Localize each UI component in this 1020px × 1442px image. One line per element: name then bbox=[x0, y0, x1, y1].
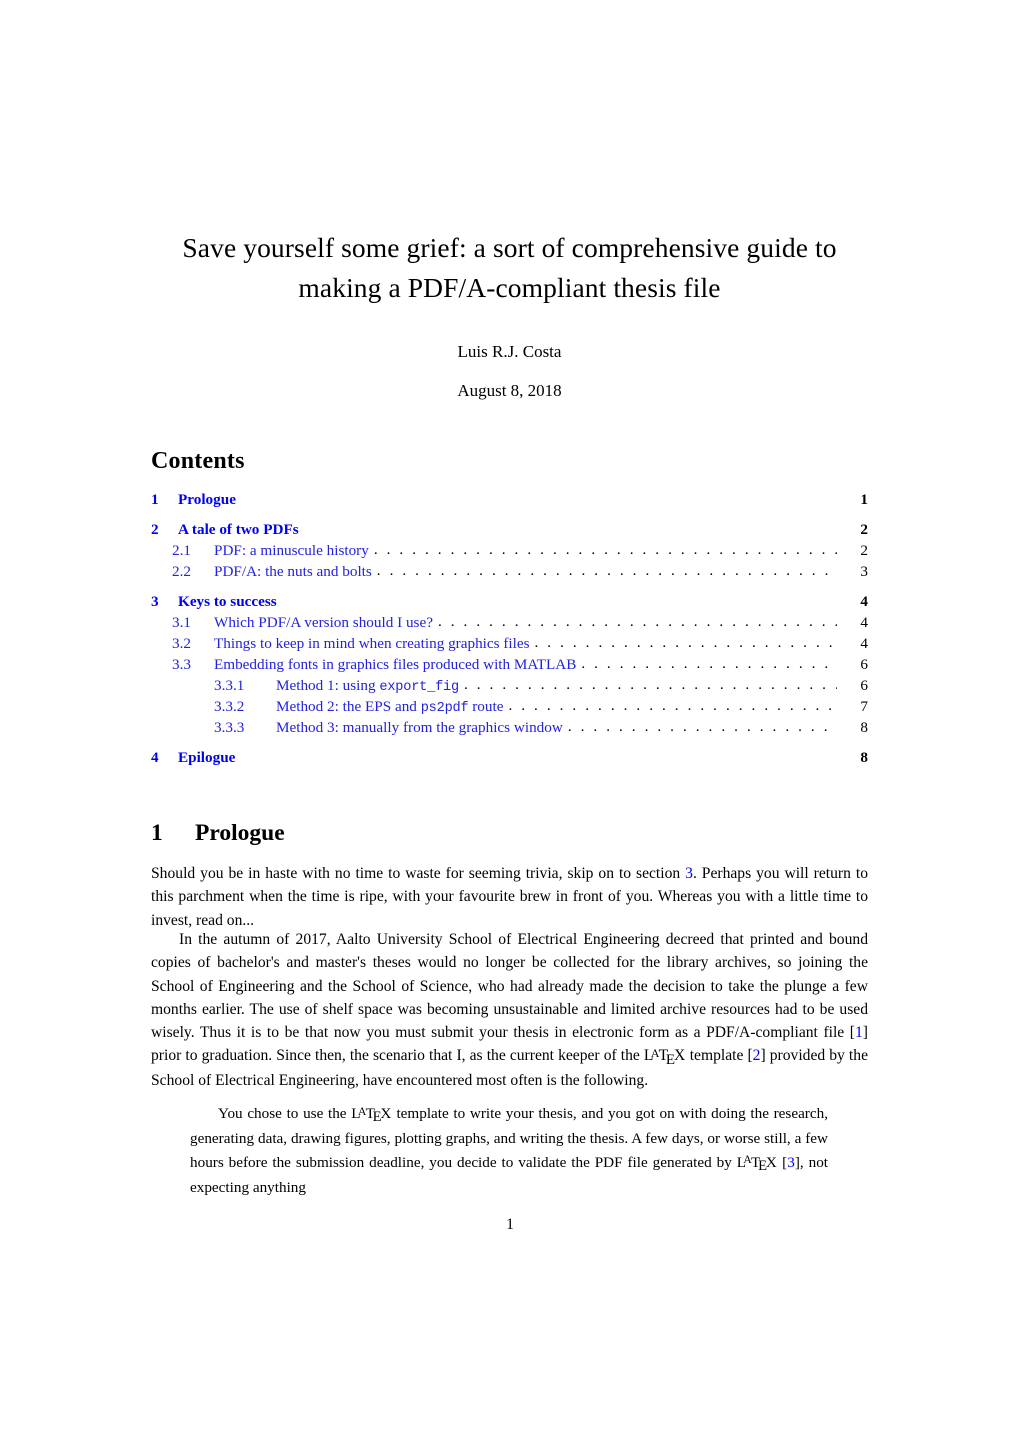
toc-entry-label: A tale of two PDFs bbox=[178, 521, 299, 538]
para2-text-c: template [ bbox=[685, 1047, 753, 1065]
toc-entry-label-post: route bbox=[468, 698, 504, 715]
table-of-contents: 1 Prologue 1 2 A tale of two PDFs 2 2.1 PDF: a … bbox=[151, 491, 868, 767]
toc-entry-label: PDF: a minuscule history bbox=[214, 542, 369, 559]
toc-entry-page: 2 bbox=[860, 542, 868, 559]
toc-entry-label: Method 3: manually from the graphics win… bbox=[276, 719, 563, 737]
toc-entry-label: Embedding fonts in graphics files produc… bbox=[214, 656, 577, 673]
toc-dot-leader bbox=[534, 634, 837, 652]
toc-entry-page: 3 bbox=[860, 563, 868, 580]
title-line-1: Save yourself some grief: a sort of comp… bbox=[182, 232, 837, 263]
toc-entry[interactable]: 3.3 Embedding fonts in graphics files pro… bbox=[151, 656, 868, 674]
toc-entry-number: 2 bbox=[151, 521, 159, 538]
toc-entry[interactable]: 4 Epilogue 8 bbox=[151, 749, 868, 767]
toc-entry-page: 2 bbox=[860, 521, 868, 538]
toc-entry-number: 2.1 bbox=[172, 542, 191, 559]
document-page: Save yourself some grief: a sort of comp… bbox=[0, 0, 1020, 1442]
toc-entry-page: 8 bbox=[860, 749, 868, 766]
toc-entry-label: Method 2: the EPS and ps2pdf route bbox=[276, 698, 503, 716]
toc-entry-page: 1 bbox=[860, 491, 868, 508]
toc-entry-label-pre: Method 1: using bbox=[276, 677, 380, 694]
toc-entry[interactable]: 1 Prologue 1 bbox=[151, 491, 868, 509]
toc-entry-number: 1 bbox=[151, 491, 159, 508]
section-number: 1 bbox=[151, 820, 163, 846]
toc-entry-page: 7 bbox=[860, 698, 868, 715]
toc-entry-number: 4 bbox=[151, 749, 159, 766]
toc-entry-number: 3 bbox=[151, 593, 159, 610]
toc-entry[interactable]: 3.2 Things to keep in mind when creating … bbox=[151, 635, 868, 653]
latex-logo: LATEX bbox=[351, 1105, 391, 1126]
toc-entry[interactable]: 3.3.2 Method 2: the EPS and ps2pdf route 7 bbox=[151, 698, 868, 716]
section-title: Prologue bbox=[195, 820, 285, 846]
toc-entry-label: Things to keep in mind when creating gra… bbox=[214, 635, 530, 652]
quote-text-a: You chose to use the bbox=[218, 1105, 352, 1122]
para1-text-a: Should you be in haste with no time to w… bbox=[151, 865, 686, 882]
toc-entry-number: 3.3.3 bbox=[214, 719, 245, 736]
paragraph-prologue-1: Should you be in haste with no time to w… bbox=[151, 862, 868, 932]
toc-entry[interactable]: 2.1 PDF: a minuscule history 2 bbox=[151, 542, 868, 560]
page-number-footer: 1 bbox=[506, 1216, 514, 1233]
quote-text-c: [ bbox=[777, 1153, 788, 1171]
toc-entry-label: Prologue bbox=[178, 491, 236, 508]
toc-dot-leader bbox=[508, 697, 837, 715]
toc-entry-page: 4 bbox=[860, 593, 868, 610]
toc-entry-page: 4 bbox=[860, 635, 868, 652]
citation-link-1[interactable]: 1 bbox=[855, 1024, 863, 1041]
document-author: Luis R.J. Costa bbox=[457, 342, 562, 361]
toc-entry-label: Epilogue bbox=[178, 749, 236, 766]
toc-entry[interactable]: 3 Keys to success 4 bbox=[151, 593, 868, 611]
toc-dot-leader bbox=[581, 655, 837, 673]
toc-entry-number: 3.3.2 bbox=[214, 698, 245, 715]
toc-entry-label-pre: Method 3: manually from the graphics win… bbox=[276, 719, 563, 736]
toc-dot-leader bbox=[568, 718, 837, 736]
citation-link-3[interactable]: 3 bbox=[787, 1154, 795, 1171]
toc-entry-page: 4 bbox=[860, 614, 868, 631]
toc-entry[interactable]: 3.3.1 Method 1: using export_fig 6 bbox=[151, 677, 868, 695]
para2-text-a: In the autumn of 2017, Aalto University … bbox=[151, 931, 868, 1042]
toc-entry[interactable]: 3.1 Which PDF/A version should I use? 4 bbox=[151, 614, 868, 632]
toc-dot-leader bbox=[374, 541, 837, 559]
toc-entry-label: PDF/A: the nuts and bolts bbox=[214, 563, 372, 580]
toc-entry[interactable]: 2 A tale of two PDFs 2 bbox=[151, 521, 868, 539]
latex-logo: LATEX bbox=[736, 1153, 777, 1174]
toc-entry-page: 6 bbox=[860, 656, 868, 673]
toc-entry-label: Which PDF/A version should I use? bbox=[214, 614, 433, 631]
document-date: August 8, 2018 bbox=[457, 381, 562, 400]
paragraph-prologue-2: In the autumn of 2017, Aalto University … bbox=[151, 928, 868, 1092]
toc-entry-number: 2.2 bbox=[172, 563, 191, 580]
toc-entry-label-code: export_fig bbox=[379, 680, 459, 695]
contents-heading: Contents bbox=[151, 448, 245, 474]
toc-entry-page: 8 bbox=[860, 719, 868, 736]
toc-dot-leader bbox=[377, 562, 837, 580]
toc-entry-label-code: ps2pdf bbox=[420, 701, 469, 716]
title-line-2: making a PDF/A-compliant thesis file bbox=[298, 272, 721, 303]
section-reference-link[interactable]: 3 bbox=[685, 865, 693, 882]
toc-entry-number: 3.3 bbox=[172, 656, 191, 673]
toc-entry-number: 3.2 bbox=[172, 635, 191, 652]
toc-dot-leader bbox=[464, 676, 837, 694]
toc-entry-number: 3.1 bbox=[172, 614, 191, 631]
toc-entry-number: 3.3.1 bbox=[214, 677, 245, 694]
toc-entry[interactable]: 2.2 PDF/A: the nuts and bolts 3 bbox=[151, 563, 868, 581]
toc-entry[interactable]: 3.3.3 Method 3: manually from the graphic… bbox=[151, 719, 868, 737]
section-heading-prologue: 1 Prologue bbox=[151, 820, 285, 847]
toc-entry-page: 6 bbox=[860, 677, 868, 694]
toc-dot-leader bbox=[438, 613, 837, 631]
latex-logo: LATEX bbox=[643, 1046, 685, 1068]
toc-entry-label: Method 1: using export_fig bbox=[276, 677, 459, 695]
toc-entry-label-pre: Method 2: the EPS and bbox=[276, 698, 421, 715]
quote-block: You chose to use the LATEX template to w… bbox=[190, 1102, 828, 1199]
document-title: Save yourself some grief: a sort of comp… bbox=[151, 228, 868, 308]
toc-entry-label: Keys to success bbox=[178, 593, 277, 610]
